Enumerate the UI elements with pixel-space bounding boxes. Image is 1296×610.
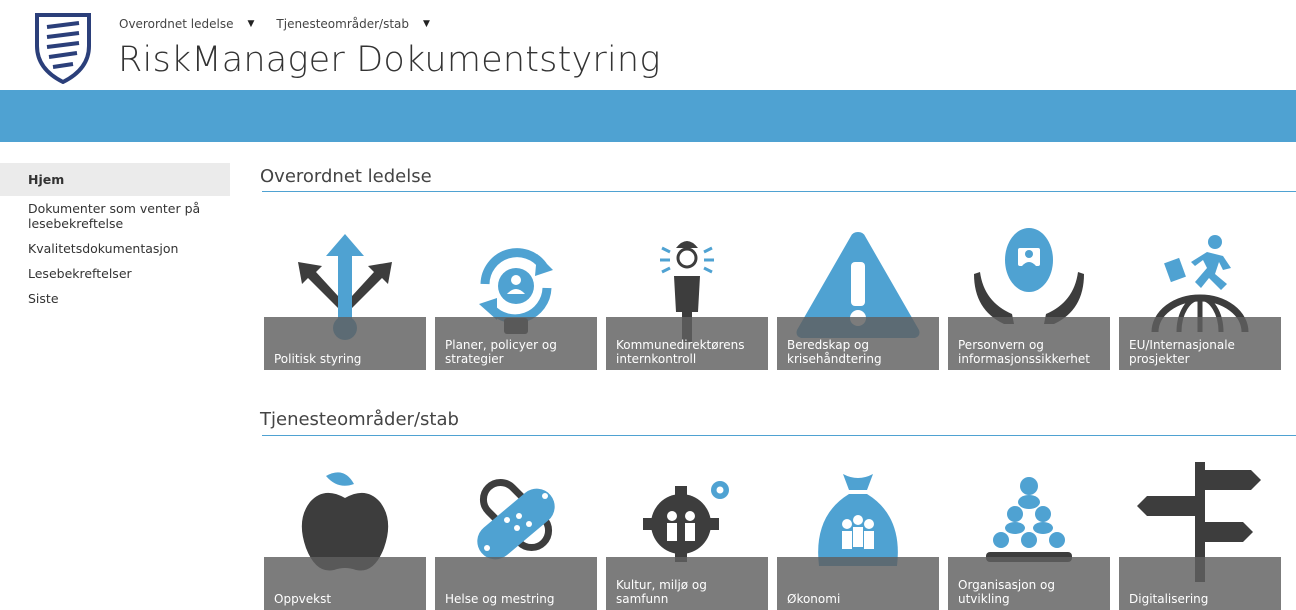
tile-caption: EU/Internasjonale prosjekter <box>1119 317 1281 370</box>
tile-helse-mestring[interactable]: Helse og mestring <box>435 462 597 610</box>
tile-caption: Politisk styring <box>264 317 426 370</box>
tile-caption: Økonomi <box>777 557 939 610</box>
tile-oppvekst[interactable]: Oppvekst <box>264 462 426 610</box>
section-divider <box>262 191 1296 192</box>
sidebar-item-hjem[interactable]: Hjem <box>0 163 230 196</box>
app-title: RiskManager Dokumentstyring <box>118 40 661 80</box>
tile-caption: Kommunedirektørens internkontroll <box>606 317 768 370</box>
tile-kommunedirektorens[interactable]: Kommunedirektørens internkontroll <box>606 222 768 370</box>
tile-kultur-miljo[interactable]: Kultur, miljø og samfunn <box>606 462 768 610</box>
nav-overordnet-ledelse-label: Overordnet ledelse <box>119 17 234 31</box>
header-band <box>0 90 1296 142</box>
tile-personvern[interactable]: Personvern og informasjonssikkerhet <box>948 222 1110 370</box>
sidebar-item-kvalitetsdokumentasjon[interactable]: Kvalitetsdokumentasjon <box>0 236 230 261</box>
tile-beredskap[interactable]: Beredskap og krisehåndtering <box>777 222 939 370</box>
caret-down-icon: ▼ <box>423 19 430 29</box>
tile-caption: Beredskap og krisehåndtering <box>777 317 939 370</box>
nav-overordnet-ledelse[interactable]: Overordnet ledelse ▼ <box>119 17 254 31</box>
shield-logo-icon <box>35 13 91 84</box>
nav-tjenesteomrader-label: Tjenesteområder/stab <box>276 17 410 31</box>
tile-okonomi[interactable]: Økonomi <box>777 462 939 610</box>
tile-caption: Planer, policyer og strategier <box>435 317 597 370</box>
tile-caption: Organisasjon og utvikling <box>948 557 1110 610</box>
tile-caption: Helse og mestring <box>435 557 597 610</box>
nav-tjenesteomrader[interactable]: Tjenesteområder/stab ▼ <box>276 17 430 31</box>
top-navigation: Overordnet ledelse ▼ Tjenesteområder/sta… <box>119 17 452 31</box>
sidebar-item-lesebekreftelser[interactable]: Lesebekreftelser <box>0 261 230 286</box>
tile-caption: Kultur, miljø og samfunn <box>606 557 768 610</box>
tile-eu-internasjonale[interactable]: EU/Internasjonale prosjekter <box>1119 222 1281 370</box>
tile-digitalisering[interactable]: Digitalisering <box>1119 462 1281 610</box>
sidebar-item-siste[interactable]: Siste <box>0 286 230 311</box>
tile-planer-policyer[interactable]: Planer, policyer og strategier <box>435 222 597 370</box>
section-title-tjenesteomrader: Tjenesteområder/stab <box>260 409 459 430</box>
tile-politisk-styring[interactable]: Politisk styring <box>264 222 426 370</box>
tile-caption: Digitalisering <box>1119 557 1281 610</box>
sidebar: Hjem Dokumenter som venter på lesebekref… <box>0 163 230 311</box>
tile-caption: Oppvekst <box>264 557 426 610</box>
tile-organisasjon[interactable]: Organisasjon og utvikling <box>948 462 1110 610</box>
tile-caption: Personvern og informasjonssikkerhet <box>948 317 1110 370</box>
section-title-overordnet: Overordnet ledelse <box>260 166 432 187</box>
section-divider <box>262 435 1296 436</box>
caret-down-icon: ▼ <box>247 19 255 29</box>
sidebar-item-dokumenter-venter[interactable]: Dokumenter som venter på lesebekreftelse <box>0 196 208 236</box>
